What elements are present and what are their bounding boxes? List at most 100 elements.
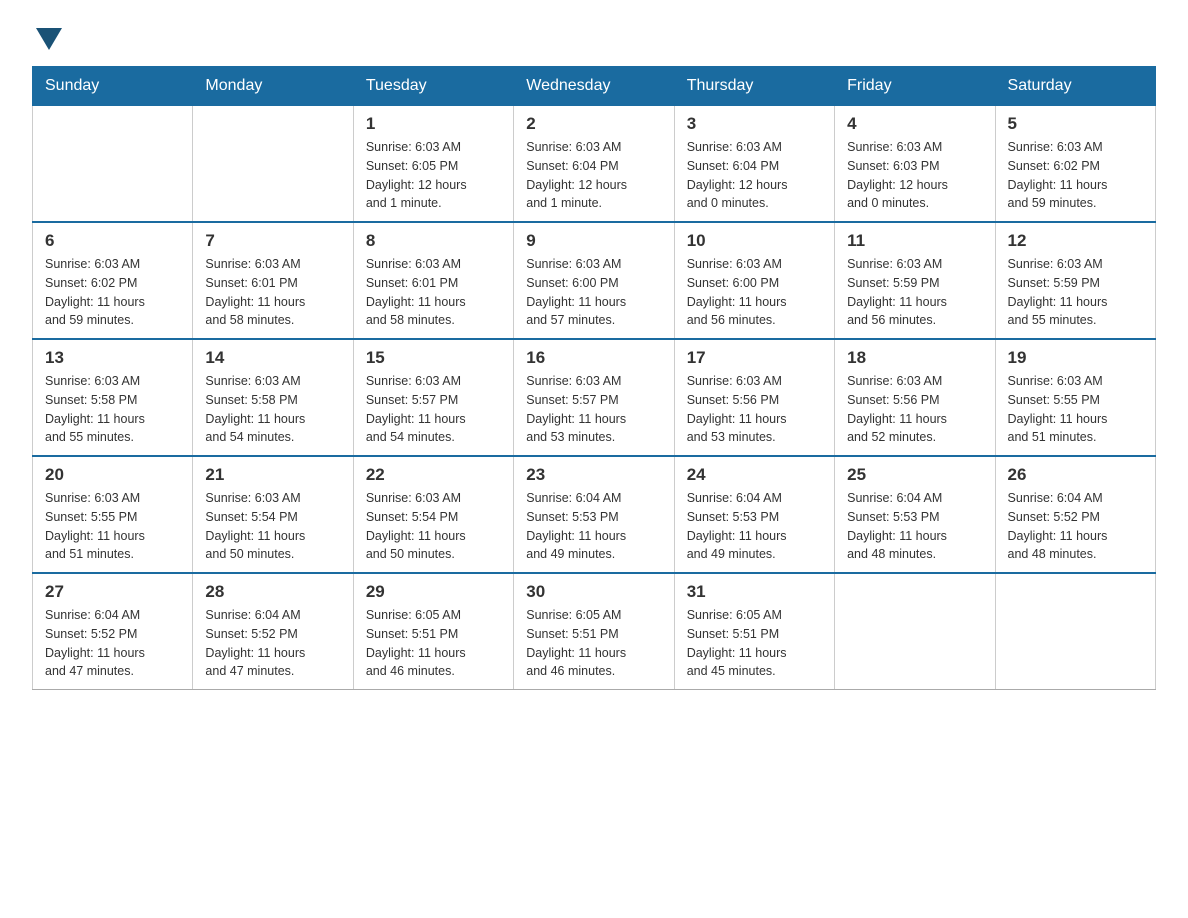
day-info: Sunrise: 6:04 AM Sunset: 5:53 PM Dayligh…	[847, 489, 982, 564]
day-number: 7	[205, 231, 340, 251]
column-header-sunday: Sunday	[33, 67, 193, 106]
day-number: 26	[1008, 465, 1143, 485]
day-info: Sunrise: 6:03 AM Sunset: 5:58 PM Dayligh…	[45, 372, 180, 447]
day-info: Sunrise: 6:04 AM Sunset: 5:52 PM Dayligh…	[45, 606, 180, 681]
day-number: 18	[847, 348, 982, 368]
day-info: Sunrise: 6:03 AM Sunset: 6:02 PM Dayligh…	[1008, 138, 1143, 213]
day-number: 19	[1008, 348, 1143, 368]
day-info: Sunrise: 6:03 AM Sunset: 5:58 PM Dayligh…	[205, 372, 340, 447]
day-info: Sunrise: 6:03 AM Sunset: 6:04 PM Dayligh…	[526, 138, 661, 213]
day-cell: 2Sunrise: 6:03 AM Sunset: 6:04 PM Daylig…	[514, 106, 674, 223]
day-number: 12	[1008, 231, 1143, 251]
day-number: 17	[687, 348, 822, 368]
day-cell: 13 Sunrise: 6:03 AM Sunset: 5:58 PM Dayli…	[33, 339, 193, 456]
day-info: Sunrise: 6:03 AM Sunset: 5:55 PM Dayligh…	[45, 489, 180, 564]
day-cell	[33, 106, 193, 223]
day-number: 22	[366, 465, 501, 485]
day-cell: 31 Sunrise: 6:05 AM Sunset: 5:51 PM Dayli…	[674, 573, 834, 690]
day-info: Sunrise: 6:03 AM Sunset: 5:56 PM Dayligh…	[847, 372, 982, 447]
day-number: 30	[526, 582, 661, 602]
page-header	[32, 24, 1156, 50]
day-cell: 5 Sunrise: 6:03 AM Sunset: 6:02 PM Daylig…	[995, 106, 1155, 223]
day-info: Sunrise: 6:03 AM Sunset: 6:01 PM Dayligh…	[205, 255, 340, 330]
day-cell: 4 Sunrise: 6:03 AM Sunset: 6:03 PM Daylig…	[835, 106, 995, 223]
week-row-4: 20 Sunrise: 6:03 AM Sunset: 5:55 PM Dayli…	[33, 456, 1156, 573]
day-info: Sunrise: 6:04 AM Sunset: 5:52 PM Dayligh…	[205, 606, 340, 681]
day-number: 23	[526, 465, 661, 485]
day-info: Sunrise: 6:03 AM Sunset: 6:05 PM Dayligh…	[366, 138, 501, 213]
day-cell: 23 Sunrise: 6:04 AM Sunset: 5:53 PM Dayli…	[514, 456, 674, 573]
day-number: 3	[687, 114, 822, 134]
day-cell: 9Sunrise: 6:03 AM Sunset: 6:00 PM Daylig…	[514, 222, 674, 339]
day-info: Sunrise: 6:03 AM Sunset: 6:02 PM Dayligh…	[45, 255, 180, 330]
day-info: Sunrise: 6:03 AM Sunset: 5:57 PM Dayligh…	[526, 372, 661, 447]
week-row-2: 6 Sunrise: 6:03 AM Sunset: 6:02 PM Daylig…	[33, 222, 1156, 339]
day-number: 14	[205, 348, 340, 368]
day-info: Sunrise: 6:03 AM Sunset: 5:57 PM Dayligh…	[366, 372, 501, 447]
day-cell: 18 Sunrise: 6:03 AM Sunset: 5:56 PM Dayli…	[835, 339, 995, 456]
day-cell: 12 Sunrise: 6:03 AM Sunset: 5:59 PM Dayli…	[995, 222, 1155, 339]
day-info: Sunrise: 6:04 AM Sunset: 5:53 PM Dayligh…	[687, 489, 822, 564]
day-cell: 27 Sunrise: 6:04 AM Sunset: 5:52 PM Dayli…	[33, 573, 193, 690]
day-cell: 7 Sunrise: 6:03 AM Sunset: 6:01 PM Daylig…	[193, 222, 353, 339]
day-number: 15	[366, 348, 501, 368]
day-cell	[193, 106, 353, 223]
day-info: Sunrise: 6:03 AM Sunset: 6:00 PM Dayligh…	[687, 255, 822, 330]
day-number: 8	[366, 231, 501, 251]
day-number: 29	[366, 582, 501, 602]
day-cell: 26 Sunrise: 6:04 AM Sunset: 5:52 PM Dayli…	[995, 456, 1155, 573]
day-info: Sunrise: 6:03 AM Sunset: 5:56 PM Dayligh…	[687, 372, 822, 447]
calendar-table: SundayMondayTuesdayWednesdayThursdayFrid…	[32, 66, 1156, 690]
week-row-5: 27 Sunrise: 6:04 AM Sunset: 5:52 PM Dayli…	[33, 573, 1156, 690]
column-header-saturday: Saturday	[995, 67, 1155, 106]
day-cell: 25Sunrise: 6:04 AM Sunset: 5:53 PM Dayli…	[835, 456, 995, 573]
day-number: 20	[45, 465, 180, 485]
day-number: 5	[1008, 114, 1143, 134]
day-number: 16	[526, 348, 661, 368]
day-number: 1	[366, 114, 501, 134]
day-cell: 11 Sunrise: 6:03 AM Sunset: 5:59 PM Dayli…	[835, 222, 995, 339]
column-header-monday: Monday	[193, 67, 353, 106]
week-row-3: 13 Sunrise: 6:03 AM Sunset: 5:58 PM Dayli…	[33, 339, 1156, 456]
day-info: Sunrise: 6:03 AM Sunset: 5:59 PM Dayligh…	[1008, 255, 1143, 330]
day-number: 6	[45, 231, 180, 251]
day-cell: 6 Sunrise: 6:03 AM Sunset: 6:02 PM Daylig…	[33, 222, 193, 339]
day-cell: 15 Sunrise: 6:03 AM Sunset: 5:57 PM Dayli…	[353, 339, 513, 456]
day-cell: 14 Sunrise: 6:03 AM Sunset: 5:58 PM Dayli…	[193, 339, 353, 456]
day-cell: 16 Sunrise: 6:03 AM Sunset: 5:57 PM Dayli…	[514, 339, 674, 456]
day-number: 4	[847, 114, 982, 134]
day-number: 24	[687, 465, 822, 485]
day-info: Sunrise: 6:03 AM Sunset: 6:04 PM Dayligh…	[687, 138, 822, 213]
day-cell: 30Sunrise: 6:05 AM Sunset: 5:51 PM Dayli…	[514, 573, 674, 690]
day-info: Sunrise: 6:05 AM Sunset: 5:51 PM Dayligh…	[366, 606, 501, 681]
day-cell: 29 Sunrise: 6:05 AM Sunset: 5:51 PM Dayli…	[353, 573, 513, 690]
logo-triangle-icon	[36, 28, 62, 50]
day-number: 28	[205, 582, 340, 602]
day-cell: 3 Sunrise: 6:03 AM Sunset: 6:04 PM Daylig…	[674, 106, 834, 223]
day-number: 11	[847, 231, 982, 251]
day-number: 27	[45, 582, 180, 602]
week-row-1: 1 Sunrise: 6:03 AM Sunset: 6:05 PM Daylig…	[33, 106, 1156, 223]
day-cell: 10 Sunrise: 6:03 AM Sunset: 6:00 PM Dayli…	[674, 222, 834, 339]
day-info: Sunrise: 6:05 AM Sunset: 5:51 PM Dayligh…	[687, 606, 822, 681]
column-header-tuesday: Tuesday	[353, 67, 513, 106]
day-info: Sunrise: 6:03 AM Sunset: 5:55 PM Dayligh…	[1008, 372, 1143, 447]
day-number: 10	[687, 231, 822, 251]
day-cell	[835, 573, 995, 690]
day-cell: 8 Sunrise: 6:03 AM Sunset: 6:01 PM Daylig…	[353, 222, 513, 339]
day-cell: 22Sunrise: 6:03 AM Sunset: 5:54 PM Dayli…	[353, 456, 513, 573]
day-info: Sunrise: 6:03 AM Sunset: 5:54 PM Dayligh…	[205, 489, 340, 564]
day-cell	[995, 573, 1155, 690]
day-info: Sunrise: 6:04 AM Sunset: 5:52 PM Dayligh…	[1008, 489, 1143, 564]
day-info: Sunrise: 6:03 AM Sunset: 6:01 PM Dayligh…	[366, 255, 501, 330]
column-header-friday: Friday	[835, 67, 995, 106]
day-info: Sunrise: 6:03 AM Sunset: 5:59 PM Dayligh…	[847, 255, 982, 330]
day-info: Sunrise: 6:03 AM Sunset: 6:03 PM Dayligh…	[847, 138, 982, 213]
day-number: 13	[45, 348, 180, 368]
day-info: Sunrise: 6:04 AM Sunset: 5:53 PM Dayligh…	[526, 489, 661, 564]
day-info: Sunrise: 6:03 AM Sunset: 6:00 PM Dayligh…	[526, 255, 661, 330]
day-cell: 28 Sunrise: 6:04 AM Sunset: 5:52 PM Dayli…	[193, 573, 353, 690]
column-header-thursday: Thursday	[674, 67, 834, 106]
logo	[32, 24, 62, 50]
day-number: 31	[687, 582, 822, 602]
